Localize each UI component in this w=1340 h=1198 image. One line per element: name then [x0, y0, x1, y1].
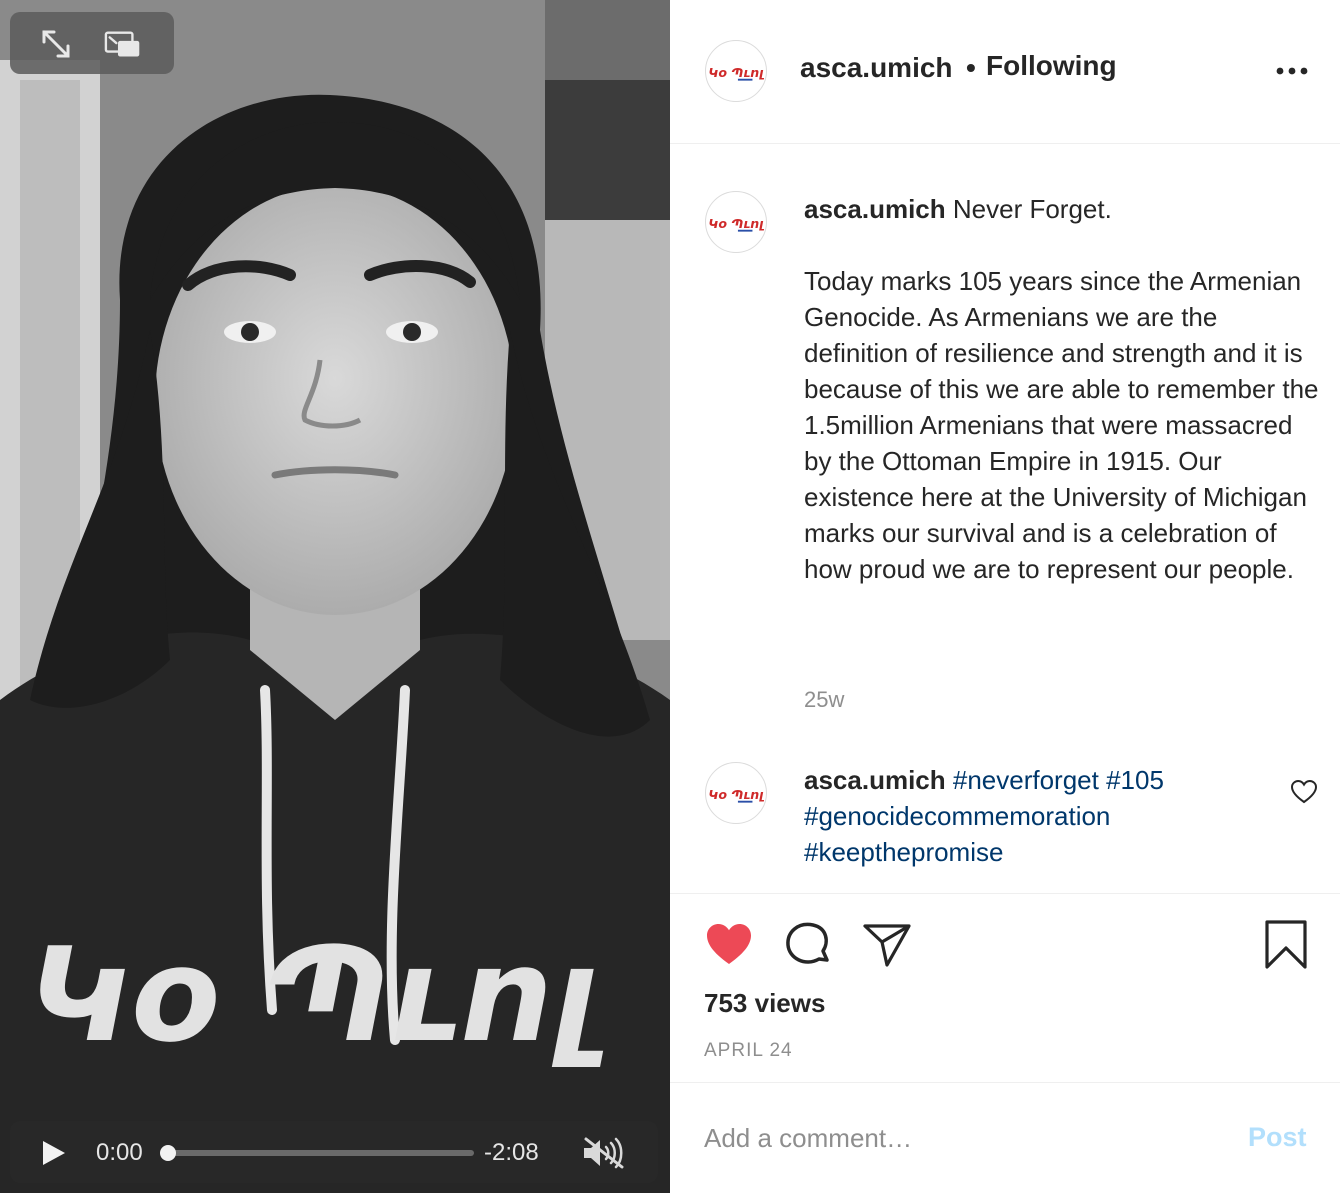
video-frame: Կօ Պւոլ — [0, 0, 670, 1193]
svg-text:Կօ Պւոլ: Կօ Պւոլ — [28, 919, 604, 1071]
header-separator: • — [966, 52, 976, 83]
comment-bubble-icon[interactable] — [783, 920, 833, 970]
caption-headline: Never Forget. — [952, 194, 1112, 224]
svg-text:Կօ Պւոլ: Կօ Պւոլ — [708, 216, 764, 231]
comment-input[interactable] — [704, 1118, 1224, 1158]
add-comment-bar: Post — [670, 1084, 1340, 1193]
following-button[interactable]: Following — [986, 50, 1117, 82]
speaker-muted-icon[interactable] — [580, 1135, 626, 1171]
expand-arrows-icon[interactable] — [38, 28, 74, 60]
post-comment-button[interactable]: Post — [1248, 1122, 1307, 1153]
hashtag-link[interactable]: #105 — [1106, 765, 1164, 795]
video-control-bar: 0:00 -2:08 — [10, 1121, 658, 1183]
paper-plane-icon[interactable] — [862, 920, 912, 970]
scrubber-handle[interactable] — [160, 1145, 176, 1161]
view-count[interactable]: 753 views — [704, 988, 825, 1019]
more-horizontal-icon[interactable] — [1274, 58, 1310, 84]
post-header: Կօ Պւոլ asca.umich • Following — [670, 0, 1340, 144]
hashtag-link[interactable]: #keepthepromise — [804, 837, 1003, 867]
post-date[interactable]: APRIL 24 — [704, 1040, 793, 1062]
video-player[interactable]: Կօ Պւոլ 0:00 -2:08 — [0, 0, 670, 1193]
comments-section: Կօ Պւոլ asca.umich Never Forget. Today m… — [670, 145, 1340, 893]
post-actions: 753 views APRIL 24 — [670, 893, 1340, 1083]
hashtag-link[interactable]: #genocidecommemoration — [804, 801, 1110, 831]
post-panel: Կօ Պւոլ asca.umich • Following Կօ Պւոլ a… — [670, 0, 1340, 1193]
avatar[interactable]: Կօ Պւոլ — [705, 191, 767, 253]
picture-in-picture-icon[interactable] — [104, 28, 140, 60]
comment-item: asca.umich #neverforget #105 #genocideco… — [804, 762, 1244, 870]
heart-outline-icon[interactable] — [1290, 779, 1318, 805]
header-username[interactable]: asca.umich — [800, 52, 953, 84]
play-icon[interactable] — [38, 1138, 68, 1168]
bookmark-icon[interactable] — [1264, 920, 1308, 970]
video-top-controls — [10, 12, 174, 74]
avatar[interactable]: Կօ Պւոլ — [705, 40, 767, 102]
caption-timestamp[interactable]: 25w — [804, 687, 844, 713]
current-time: 0:00 — [96, 1139, 143, 1166]
avatar[interactable]: Կօ Պւոլ — [705, 762, 767, 824]
heart-filled-icon[interactable] — [704, 920, 754, 970]
hashtag-link[interactable]: #neverforget — [953, 765, 1099, 795]
video-scrubber[interactable] — [160, 1145, 474, 1161]
svg-text:Կօ Պւոլ: Կօ Պւոլ — [708, 787, 764, 802]
caption-body: Today marks 105 years since the Armenian… — [804, 266, 1319, 584]
comment-username[interactable]: asca.umich — [804, 765, 946, 795]
caption-username[interactable]: asca.umich — [804, 194, 946, 224]
remaining-time: -2:08 — [484, 1139, 539, 1166]
post-caption: asca.umich Never Forget. Today marks 105… — [804, 191, 1324, 587]
svg-text:Կօ Պւոլ: Կօ Պւոլ — [708, 65, 764, 80]
